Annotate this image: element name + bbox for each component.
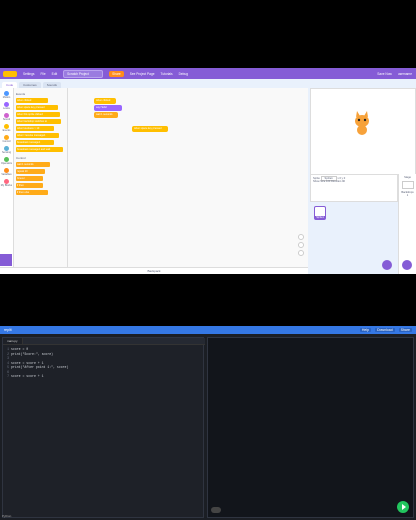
- code-area[interactable]: when clicked say Hello! wait 1 seconds w…: [68, 88, 308, 274]
- palette-block[interactable]: when clicked: [16, 98, 48, 103]
- menu-bar: Settings File Edit Scratch Project Share…: [0, 68, 416, 79]
- zoom-out-icon[interactable]: [298, 242, 304, 248]
- category-operators[interactable]: Operators: [0, 157, 13, 165]
- category-label: Sensing: [1, 151, 12, 154]
- settings-menu[interactable]: Settings: [23, 72, 35, 76]
- block-palette: Events when clicked when space key presse…: [14, 88, 68, 274]
- tutorials-button[interactable]: Tutorials: [161, 72, 173, 76]
- save-now-button[interactable]: Save Now: [377, 72, 392, 76]
- run-button[interactable]: [397, 501, 409, 513]
- palette-block[interactable]: when backdrop switches to: [16, 119, 61, 124]
- editor-header: replit Help Download Share: [0, 326, 416, 334]
- size-label: Size: [320, 180, 326, 183]
- sprite-thumbnail[interactable]: Sprite1: [314, 206, 326, 220]
- project-title-input[interactable]: Scratch Project: [63, 69, 104, 78]
- show-label: Show: [313, 180, 320, 183]
- scratch-window: Settings File Edit Scratch Project Share…: [0, 68, 416, 274]
- user-menu[interactable]: username: [398, 72, 412, 76]
- sprite-info-panel: Sprite Sprite1 x 0 y 0 Show Size 100 Dir…: [310, 174, 398, 202]
- palette-block[interactable]: when this sprite clicked: [16, 112, 60, 117]
- backdrops-count: 1: [406, 194, 409, 197]
- category-sensing[interactable]: Sensing: [0, 146, 13, 154]
- sprite-thumb-label: Sprite1: [315, 216, 325, 219]
- line-number: 7: [7, 374, 9, 378]
- code-lines[interactable]: 1 score = 0 2 print("Score:", score) 3 4 score…: [3, 347, 205, 379]
- file-menu[interactable]: File: [41, 72, 46, 76]
- stage-pane[interactable]: Stage Backdrops 1: [398, 174, 416, 274]
- category-my-blocks[interactable]: My Blocks: [0, 179, 13, 187]
- download-button[interactable]: Download: [375, 328, 395, 332]
- share-button[interactable]: Share: [109, 70, 124, 77]
- category-label: Looks: [3, 107, 10, 110]
- category-label: Operators: [0, 162, 13, 165]
- code-pane[interactable]: main.py 1 score = 0 2 print("Score:", score…: [2, 337, 205, 518]
- palette-block[interactable]: wait 1 seconds: [16, 162, 50, 167]
- palette-block[interactable]: broadcast message1 and wait: [16, 147, 63, 152]
- palette-block[interactable]: if then: [16, 183, 43, 188]
- category-label: Events: [2, 129, 11, 132]
- palette-block[interactable]: when I receive message1: [16, 133, 59, 138]
- edit-menu[interactable]: Edit: [52, 72, 58, 76]
- category-variables[interactable]: Variables: [0, 168, 13, 176]
- backpack[interactable]: Backpack: [0, 267, 308, 274]
- palette-block[interactable]: repeat 10: [16, 169, 45, 174]
- code-editor-window: replit Help Download Share main.py 1 scor…: [0, 326, 416, 520]
- stage-label: Stage: [404, 176, 411, 179]
- category-label: Sound: [2, 118, 11, 121]
- scratch-logo[interactable]: [3, 70, 17, 77]
- code-block-hat[interactable]: when clicked: [94, 98, 116, 104]
- add-backdrop-button[interactable]: [402, 260, 412, 270]
- extension-button[interactable]: [0, 254, 12, 266]
- editor-title: replit: [4, 328, 12, 332]
- size-input[interactable]: 100: [326, 180, 330, 183]
- category-motion[interactable]: Motion: [0, 91, 13, 99]
- zoom-reset-icon[interactable]: [298, 250, 304, 256]
- palette-block[interactable]: forever: [16, 176, 43, 181]
- code-line[interactable]: 7 score = score + 1: [3, 374, 205, 379]
- category-label: Control: [2, 140, 11, 143]
- output-pane[interactable]: [207, 337, 414, 518]
- see-project-page-button[interactable]: See Project Page: [130, 72, 155, 76]
- palette-block[interactable]: when space key pressed: [16, 105, 58, 110]
- code-block-wait[interactable]: wait 1 seconds: [94, 112, 118, 118]
- events-header: Events: [16, 92, 26, 96]
- language-status: Python: [2, 514, 12, 518]
- line-text[interactable]: print("Score:", score): [11, 352, 53, 357]
- share-button[interactable]: Share: [398, 328, 412, 332]
- category-label: My Blocks: [0, 184, 13, 187]
- category-menu: Motion Looks Sound Events Control Sensing Oper…: [0, 88, 14, 274]
- line-text[interactable]: score = score + 1: [11, 374, 44, 379]
- help-button[interactable]: Help: [359, 328, 372, 332]
- file-tab-main[interactable]: main.py: [3, 338, 23, 344]
- category-control[interactable]: Control: [0, 135, 13, 143]
- zoom-toggle[interactable]: [211, 507, 221, 513]
- direction-input[interactable]: 90: [342, 180, 345, 183]
- file-tabs: main.py: [3, 338, 205, 345]
- editor-tabs: Code Costumes Sounds: [0, 79, 70, 88]
- direction-label: Direction: [331, 180, 342, 183]
- category-sound[interactable]: Sound: [0, 113, 13, 121]
- zoom-in-icon[interactable]: [298, 234, 304, 240]
- add-sprite-button[interactable]: [382, 260, 392, 270]
- code-block-key-hat[interactable]: when space key pressed: [132, 126, 168, 132]
- sprite-pane: Sprite1: [310, 202, 398, 274]
- code-block-say[interactable]: say Hello!: [94, 105, 122, 111]
- palette-block[interactable]: broadcast message1: [16, 140, 54, 145]
- cat-sprite-icon[interactable]: [349, 111, 375, 137]
- category-events[interactable]: Events: [0, 124, 13, 132]
- debug-button[interactable]: Debug: [179, 72, 188, 76]
- category-label: Motion: [2, 96, 11, 99]
- category-looks[interactable]: Looks: [0, 102, 13, 110]
- line-text[interactable]: print("After point 1:", score): [11, 365, 68, 370]
- control-header: Control: [16, 156, 26, 160]
- category-label: Variables: [1, 173, 12, 176]
- palette-block[interactable]: when loudness > 10: [16, 126, 54, 131]
- zoom-controls: [298, 234, 304, 264]
- palette-block[interactable]: if then else: [16, 190, 48, 195]
